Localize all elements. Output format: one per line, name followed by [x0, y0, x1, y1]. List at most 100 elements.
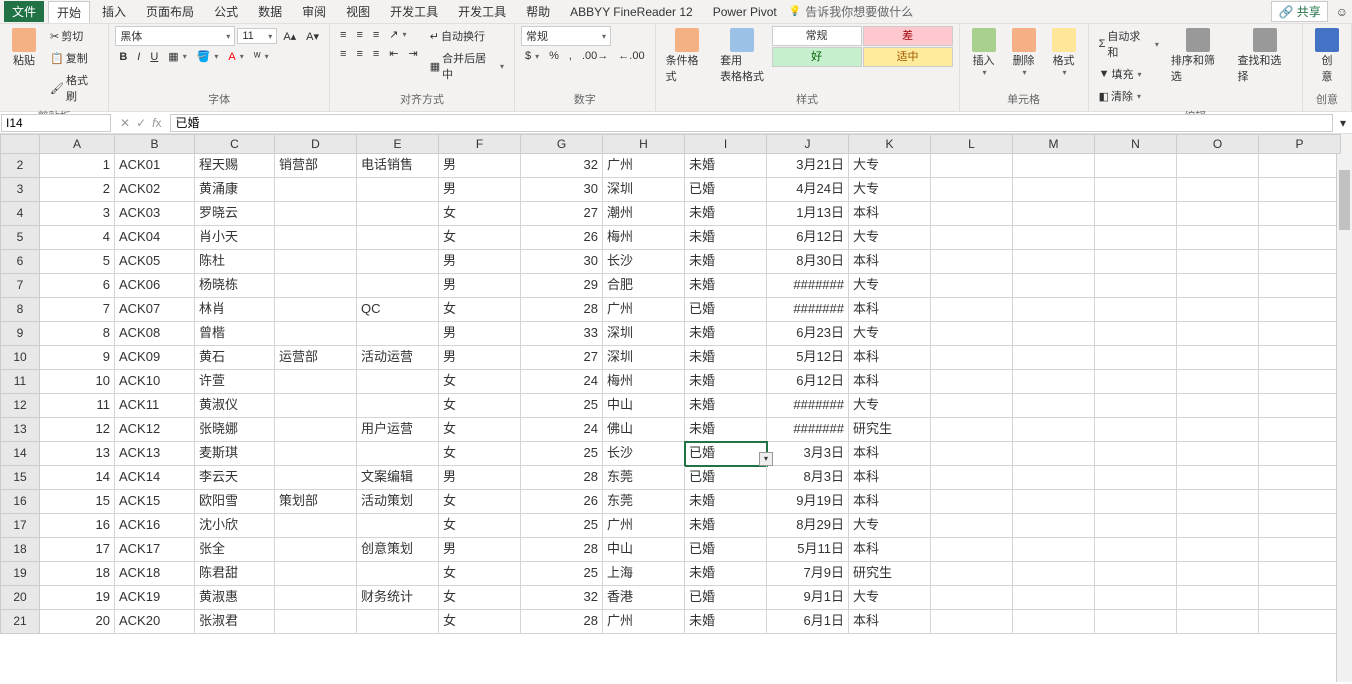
- cell[interactable]: [1259, 538, 1341, 562]
- cell[interactable]: 4月24日: [767, 178, 849, 202]
- cell[interactable]: 欧阳雪: [195, 490, 275, 514]
- cell[interactable]: 29: [521, 274, 603, 298]
- cell[interactable]: 6月23日: [767, 322, 849, 346]
- cell[interactable]: 未婚: [685, 418, 767, 442]
- cell[interactable]: [1177, 154, 1259, 178]
- cell[interactable]: 长沙: [603, 250, 685, 274]
- cell[interactable]: 5月12日: [767, 346, 849, 370]
- cell[interactable]: 3: [40, 202, 115, 226]
- cell[interactable]: 9月19日: [767, 490, 849, 514]
- cell[interactable]: 14: [40, 466, 115, 490]
- paste-button[interactable]: 粘贴: [6, 26, 42, 70]
- ideas-button[interactable]: 创 意: [1309, 26, 1345, 86]
- cell[interactable]: [275, 226, 357, 250]
- align-left-button[interactable]: ≡: [336, 46, 350, 62]
- cell[interactable]: [1095, 154, 1177, 178]
- cell[interactable]: 广州: [603, 298, 685, 322]
- wrap-text-button[interactable]: ↵ 自动换行: [426, 26, 508, 46]
- cell[interactable]: 黄涌康: [195, 178, 275, 202]
- cell[interactable]: [1259, 226, 1341, 250]
- cell[interactable]: [1013, 346, 1095, 370]
- cell[interactable]: 东莞: [603, 466, 685, 490]
- cell[interactable]: [931, 418, 1013, 442]
- cell[interactable]: 林肖: [195, 298, 275, 322]
- col-header-M[interactable]: M: [1013, 134, 1095, 154]
- cell[interactable]: [1259, 178, 1341, 202]
- cell[interactable]: 30: [521, 178, 603, 202]
- cell[interactable]: ACK07: [115, 298, 195, 322]
- cell[interactable]: 上海: [603, 562, 685, 586]
- tell-me-search[interactable]: 告诉我你想要做什么: [789, 3, 913, 20]
- cell[interactable]: ACK16: [115, 514, 195, 538]
- cell[interactable]: 中山: [603, 394, 685, 418]
- cell[interactable]: 中山: [603, 538, 685, 562]
- cell[interactable]: 1: [40, 154, 115, 178]
- cell[interactable]: ACK15: [115, 490, 195, 514]
- cell[interactable]: [931, 442, 1013, 466]
- cell[interactable]: 深圳: [603, 346, 685, 370]
- cell[interactable]: 9月1日: [767, 586, 849, 610]
- row-header[interactable]: 16: [0, 490, 40, 514]
- cell[interactable]: 已婚: [685, 466, 767, 490]
- cell[interactable]: [1095, 562, 1177, 586]
- cell[interactable]: 9: [40, 346, 115, 370]
- row-header[interactable]: 8: [0, 298, 40, 322]
- cell[interactable]: 6月1日: [767, 610, 849, 634]
- row-header[interactable]: 12: [0, 394, 40, 418]
- cell[interactable]: 6: [40, 274, 115, 298]
- find-select-button[interactable]: 查找和选择: [1233, 26, 1296, 86]
- cell[interactable]: [1259, 202, 1341, 226]
- table-format-button[interactable]: 套用 表格格式: [717, 26, 768, 86]
- cell[interactable]: ACK12: [115, 418, 195, 442]
- cell[interactable]: [1259, 274, 1341, 298]
- cell[interactable]: 本科: [849, 442, 931, 466]
- cell[interactable]: 3月3日: [767, 442, 849, 466]
- cell[interactable]: 28: [521, 298, 603, 322]
- cell[interactable]: 5: [40, 250, 115, 274]
- cell[interactable]: 肖小天: [195, 226, 275, 250]
- cell[interactable]: 电话销售: [357, 154, 439, 178]
- tab-power-pivot[interactable]: Power Pivot: [705, 3, 785, 21]
- cell[interactable]: [1013, 562, 1095, 586]
- cell[interactable]: ACK20: [115, 610, 195, 634]
- style-bad[interactable]: 差: [863, 26, 953, 46]
- cell[interactable]: 广州: [603, 610, 685, 634]
- row-header[interactable]: 20: [0, 586, 40, 610]
- cell[interactable]: [357, 562, 439, 586]
- cell[interactable]: 策划部: [275, 490, 357, 514]
- number-format-dropdown[interactable]: 常规: [521, 26, 611, 46]
- smiley-icon[interactable]: ☺: [1336, 5, 1348, 19]
- cell[interactable]: QC: [357, 298, 439, 322]
- cell[interactable]: [1095, 586, 1177, 610]
- cell[interactable]: [1013, 370, 1095, 394]
- cell[interactable]: [1095, 610, 1177, 634]
- cond-format-button[interactable]: 条件格式: [662, 26, 713, 86]
- cell[interactable]: [1259, 322, 1341, 346]
- align-mid-button[interactable]: ≡: [352, 27, 366, 43]
- cell[interactable]: 2: [40, 178, 115, 202]
- cell[interactable]: 6月12日: [767, 226, 849, 250]
- row-header[interactable]: 15: [0, 466, 40, 490]
- cell[interactable]: [1259, 394, 1341, 418]
- cell[interactable]: [931, 370, 1013, 394]
- cell[interactable]: ACK13: [115, 442, 195, 466]
- cell[interactable]: 深圳: [603, 178, 685, 202]
- cell[interactable]: 罗晓云: [195, 202, 275, 226]
- spreadsheet-grid[interactable]: ABCDEFGHIJKLMNOP 23456789101112131415161…: [0, 134, 1352, 682]
- cell[interactable]: 27: [521, 346, 603, 370]
- cell[interactable]: ACK14: [115, 466, 195, 490]
- cell[interactable]: [275, 418, 357, 442]
- cell[interactable]: 未婚: [685, 346, 767, 370]
- row-header[interactable]: 13: [0, 418, 40, 442]
- cell[interactable]: [357, 394, 439, 418]
- tab-insert[interactable]: 插入: [94, 1, 134, 22]
- cell[interactable]: [1259, 466, 1341, 490]
- cell[interactable]: [1259, 514, 1341, 538]
- select-all-corner[interactable]: [0, 134, 40, 154]
- fill-color-button[interactable]: 🪣: [193, 48, 223, 65]
- italic-button[interactable]: I: [133, 49, 144, 65]
- cell[interactable]: 已婚: [685, 538, 767, 562]
- cell[interactable]: 活动策划: [357, 490, 439, 514]
- cell[interactable]: [931, 514, 1013, 538]
- cell[interactable]: 女: [439, 202, 521, 226]
